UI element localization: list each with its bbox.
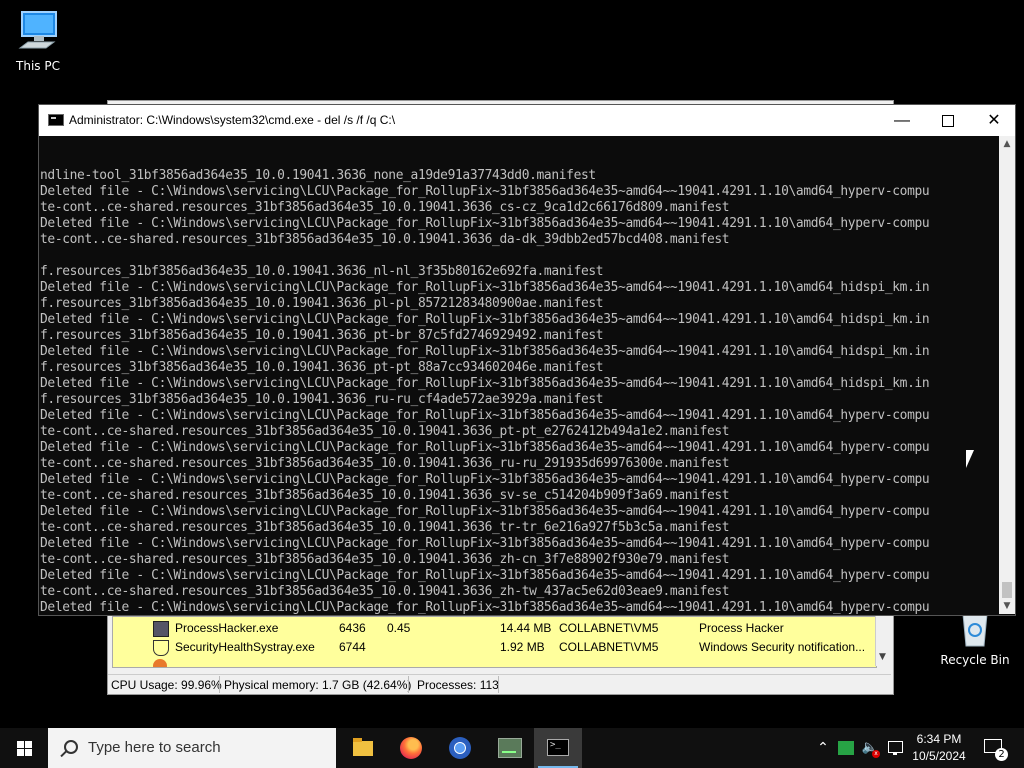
taskbar-command-prompt[interactable] xyxy=(534,728,582,768)
taskbar-firefox[interactable] xyxy=(387,728,435,768)
cmd-window[interactable]: Administrator: C:\Windows\system32\cmd.e… xyxy=(38,104,1016,616)
process-user: COLLABNET\VM5 xyxy=(559,640,659,654)
taskbar-search[interactable]: Type here to search xyxy=(48,728,336,768)
clock-date: 10/5/2024 xyxy=(912,749,966,763)
clock[interactable]: 6:34 PM 10/5/2024 xyxy=(905,728,973,768)
process-row[interactable]: ProcessHacker.exe 6436 0.45 14.44 MB COL… xyxy=(113,619,873,638)
console-line: Deleted file - C:\Windows\servicing\LCU\… xyxy=(40,216,930,231)
console-line: f.resources_31bf3856ad364e35_10.0.19041.… xyxy=(40,296,604,311)
process-row[interactable] xyxy=(113,657,873,667)
taskbar-task-manager[interactable] xyxy=(485,728,533,768)
notification-count: 2 xyxy=(995,748,1008,761)
console-line: Deleted file - C:\Windows\servicing\LCU\… xyxy=(40,472,930,487)
maximize-icon xyxy=(942,114,954,127)
scroll-down-icon[interactable]: ▼ xyxy=(999,598,1015,614)
tray-app-icon[interactable] xyxy=(838,728,856,768)
taskbar-file-explorer[interactable] xyxy=(339,728,387,768)
console-line: Deleted file - C:\Windows\servicing\LCU\… xyxy=(40,184,930,199)
process-icon xyxy=(153,659,167,667)
process-user: COLLABNET\VM5 xyxy=(559,621,659,635)
process-private-bytes: 1.92 MB xyxy=(500,640,545,654)
console-line: te-cont..ce-shared.resources_31bf3856ad3… xyxy=(40,584,730,599)
windows-logo-icon xyxy=(17,741,24,748)
cmd-titlebar[interactable]: Administrator: C:\Windows\system32\cmd.e… xyxy=(39,105,1015,136)
cmd-icon xyxy=(547,739,569,756)
cpu-usage: CPU Usage: 99.96% xyxy=(111,678,222,692)
console-line: ndline-tool_31bf3856ad364e35_10.0.19041.… xyxy=(40,168,596,183)
console-line: f.resources_31bf3856ad364e35_10.0.19041.… xyxy=(40,392,604,407)
scroll-up-icon[interactable]: ▲ xyxy=(999,136,1015,152)
console-line: Deleted file - C:\Windows\servicing\LCU\… xyxy=(40,568,930,583)
console-line: te-cont..ce-shared.resources_31bf3856ad3… xyxy=(40,424,730,439)
process-row[interactable]: SecurityHealthSystray.exe 6744 1.92 MB C… xyxy=(113,638,873,657)
search-placeholder: Type here to search xyxy=(88,739,221,756)
close-icon: ✕ xyxy=(987,112,1001,129)
console-line: Deleted file - C:\Windows\servicing\LCU\… xyxy=(40,280,930,295)
this-pc-label: This PC xyxy=(16,59,60,73)
console-line: f.resources_31bf3856ad364e35_10.0.19041.… xyxy=(40,360,604,375)
console-line: te-cont..ce-shared.resources_31bf3856ad3… xyxy=(40,232,730,247)
process-list-scrollbar[interactable]: ▼ xyxy=(875,616,890,666)
recycle-bin-label: Recycle Bin xyxy=(940,653,1010,667)
physical-memory: Physical memory: 1.7 GB (42.64%) xyxy=(224,678,412,692)
process-description: Process Hacker xyxy=(699,621,784,635)
console-line: Deleted file - C:\Windows\servicing\LCU\… xyxy=(40,312,930,327)
scroll-down-icon[interactable]: ▼ xyxy=(879,652,886,662)
recycle-bin-desktop-icon[interactable]: Recycle Bin xyxy=(937,610,1013,667)
search-icon xyxy=(64,740,78,754)
task-manager-icon xyxy=(498,738,522,758)
console-line: f.resources_31bf3856ad364e35_10.0.19041.… xyxy=(40,264,604,279)
network-icon xyxy=(888,741,903,755)
console-line: te-cont..ce-shared.resources_31bf3856ad3… xyxy=(40,488,730,503)
process-pid: 6436 xyxy=(339,621,366,635)
process-pid: 6744 xyxy=(339,640,366,654)
console-line: te-cont..ce-shared.resources_31bf3856ad3… xyxy=(40,200,730,215)
console-line: Deleted file - C:\Windows\servicing\LCU\… xyxy=(40,376,930,391)
this-pc-desktop-icon[interactable]: This PC xyxy=(0,8,76,73)
console-line: Deleted file - C:\Windows\servicing\LCU\… xyxy=(40,440,930,455)
taskbar-chrome[interactable] xyxy=(436,728,484,768)
process-private-bytes: 14.44 MB xyxy=(500,621,552,635)
minimize-button[interactable]: — xyxy=(879,105,925,136)
console-line: Deleted file - C:\Windows\servicing\LCU\… xyxy=(40,408,930,423)
process-cpu: 0.45 xyxy=(387,621,411,635)
console-line: Deleted file - C:\Windows\servicing\LCU\… xyxy=(40,344,930,359)
process-hacker-icon xyxy=(153,621,169,637)
process-count: Processes: 113 xyxy=(417,678,499,692)
console-line: f.resources_31bf3856ad364e35_10.0.19041.… xyxy=(40,328,604,343)
chevron-up-icon: ⌃ xyxy=(817,740,829,756)
cmd-app-icon[interactable] xyxy=(48,114,64,126)
console-scrollbar[interactable]: ▲ ▼ xyxy=(999,136,1015,614)
status-bar: CPU Usage: 99.96% Physical memory: 1.7 G… xyxy=(108,674,891,694)
console-line: te-cont..ce-shared.resources_31bf3856ad3… xyxy=(40,520,730,535)
computer-icon xyxy=(18,11,57,49)
mouse-cursor-icon xyxy=(966,450,974,468)
process-name: SecurityHealthSystray.exe xyxy=(175,640,315,654)
scrollbar-thumb[interactable] xyxy=(1002,582,1012,598)
chrome-icon xyxy=(449,737,471,759)
cmd-window-title: Administrator: C:\Windows\system32\cmd.e… xyxy=(69,113,396,127)
maximize-button[interactable] xyxy=(925,105,971,136)
clock-time: 6:34 PM xyxy=(916,732,962,746)
console-line: Deleted file - C:\Windows\servicing\LCU\… xyxy=(40,536,930,551)
firefox-icon xyxy=(400,737,422,759)
console-line: te-cont..ce-shared.resources_31bf3856ad3… xyxy=(40,456,730,471)
process-list[interactable]: ProcessHacker.exe 6436 0.45 14.44 MB COL… xyxy=(112,616,877,668)
shield-icon xyxy=(153,640,169,656)
folder-icon xyxy=(353,738,373,756)
process-description: Windows Security notification... xyxy=(699,640,866,654)
start-button[interactable] xyxy=(0,728,48,768)
show-hidden-icons-button[interactable]: ⌃ xyxy=(812,728,834,768)
console-line: Deleted file - C:\Windows\servicing\LCU\… xyxy=(40,504,930,519)
console-line: te-cont..ce-shared.resources_31bf3856ad3… xyxy=(40,552,730,567)
taskbar: Type here to search ⌃ 🔈x 6:34 PM 10/5/20… xyxy=(0,728,1024,768)
close-button[interactable]: ✕ xyxy=(971,105,1017,136)
process-name: ProcessHacker.exe xyxy=(175,621,279,635)
network-button[interactable] xyxy=(884,728,906,768)
console-line: Deleted file - C:\Windows\servicing\LCU\… xyxy=(40,600,930,614)
volume-button[interactable]: 🔈 x xyxy=(860,728,880,768)
console-output[interactable]: ndline-tool_31bf3856ad364e35_10.0.19041.… xyxy=(40,136,998,614)
action-center-button[interactable]: 2 xyxy=(980,728,1010,768)
